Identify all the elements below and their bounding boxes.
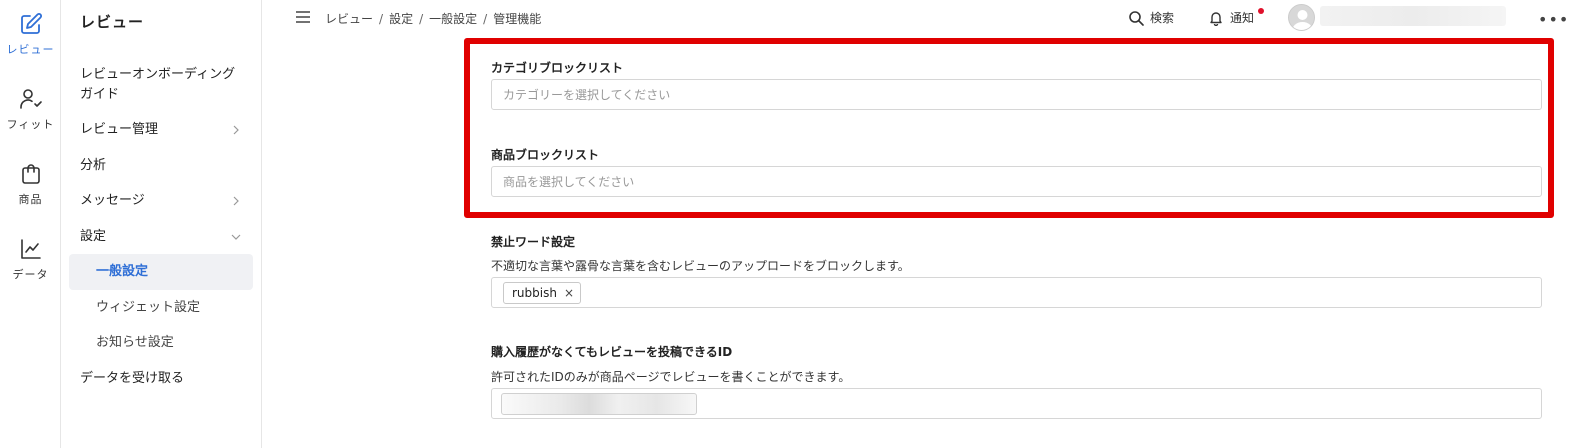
sidebar-item-onboarding-guide[interactable]: レビューオンボーディングガイド bbox=[69, 65, 239, 105]
product-block-label: 商品ブロックリスト bbox=[491, 148, 600, 162]
rail-label-products: 商品 bbox=[18, 193, 43, 206]
rail-item-data[interactable]: データ bbox=[0, 237, 61, 282]
sidebar-item-label: お知らせ設定 bbox=[96, 335, 174, 350]
search-button[interactable]: 検索 bbox=[1128, 9, 1174, 26]
notification-label: 通知 bbox=[1230, 11, 1255, 25]
user-avatar-icon bbox=[1292, 10, 1313, 30]
rail-label-review: レビュー bbox=[6, 43, 55, 56]
more-options-button[interactable]: ••• bbox=[1538, 10, 1569, 29]
bell-icon bbox=[1210, 11, 1222, 26]
sidebar-item-label: 一般設定 bbox=[96, 264, 149, 279]
sidebar-item-review-management[interactable]: レビュー管理 bbox=[69, 119, 253, 141]
allowed-ids-label: 購入履歴がなくてもレビューを投稿できるID bbox=[491, 345, 733, 359]
edit-icon bbox=[20, 13, 42, 34]
rail-item-fit[interactable]: フィット bbox=[0, 87, 61, 132]
rail-label-fit: フィット bbox=[6, 118, 55, 131]
category-block-select[interactable]: カテゴリーを選択してください bbox=[491, 79, 1542, 110]
menu-icon[interactable] bbox=[295, 10, 311, 24]
tag-label: rubbish bbox=[512, 285, 557, 300]
breadcrumb-separator: / bbox=[483, 12, 488, 26]
product-block-placeholder: 商品を選択してください bbox=[503, 175, 635, 189]
bell-icon-wrap bbox=[1208, 7, 1264, 26]
breadcrumb-item-general-settings[interactable]: 一般設定 bbox=[429, 12, 477, 26]
banned-words-input[interactable]: rubbish × bbox=[491, 277, 1542, 308]
rail-item-review[interactable]: レビュー bbox=[0, 12, 61, 57]
app-rail: レビュー フィット 商品 データ bbox=[0, 0, 61, 448]
breadcrumb-item-admin-features: 管理機能 bbox=[493, 12, 542, 26]
sidebar-item-widget-settings[interactable]: ウィジェット設定 bbox=[69, 297, 253, 319]
notification-dot bbox=[1258, 7, 1264, 14]
sidebar-item-label: データを受け取る bbox=[80, 371, 185, 386]
breadcrumb: レビュー / 設定 / 一般設定 / 管理機能 bbox=[325, 10, 541, 27]
search-icon bbox=[1129, 10, 1144, 26]
sidebar-item-label: 設定 bbox=[80, 229, 107, 244]
sidebar-item-label: メッセージ bbox=[80, 193, 145, 208]
chevron-right-icon bbox=[233, 125, 239, 135]
product-block-select[interactable]: 商品を選択してください bbox=[491, 166, 1542, 197]
category-block-label: カテゴリブロックリスト bbox=[491, 61, 624, 75]
banned-word-tag: rubbish × bbox=[503, 281, 582, 304]
shopping-bag-icon bbox=[21, 164, 40, 184]
breadcrumb-item-review[interactable]: レビュー bbox=[325, 12, 373, 26]
search-label: 検索 bbox=[1150, 11, 1175, 25]
breadcrumb-item-settings[interactable]: 設定 bbox=[389, 12, 413, 26]
notification-button[interactable]: 通知 bbox=[1208, 7, 1264, 26]
breadcrumb-separator: / bbox=[379, 12, 384, 26]
rail-item-products[interactable]: 商品 bbox=[0, 162, 61, 207]
banned-words-description: 不適切な言葉や露骨な言葉を含むレビューのアップロードをブロックします。 bbox=[491, 259, 910, 273]
sidebar-item-label: 分析 bbox=[80, 158, 107, 173]
avatar[interactable] bbox=[1288, 4, 1315, 31]
banned-words-label: 禁止ワード設定 bbox=[491, 235, 576, 249]
top-bar: レビュー / 設定 / 一般設定 / 管理機能 検索 通知 ••• bbox=[262, 0, 1587, 36]
sidebar-item-label: レビュー管理 bbox=[80, 122, 159, 137]
user-check-icon bbox=[19, 89, 42, 109]
line-chart-icon bbox=[20, 239, 41, 259]
sidebar-item-messages[interactable]: メッセージ bbox=[69, 190, 253, 212]
allowed-id-tag-redacted bbox=[501, 392, 697, 415]
username-redacted bbox=[1320, 6, 1506, 26]
sidebar-item-notification-settings[interactable]: お知らせ設定 bbox=[69, 332, 253, 354]
sidebar-item-label: ウィジェット設定 bbox=[96, 300, 201, 315]
sidebar-title: レビュー bbox=[80, 13, 145, 31]
sidebar-item-receive-data[interactable]: データを受け取る bbox=[69, 368, 253, 390]
allowed-ids-description: 許可されたIDのみが商品ページでレビューを書くことができます。 bbox=[491, 370, 851, 384]
category-block-placeholder: カテゴリーを選択してください bbox=[503, 88, 671, 102]
chevron-down-icon bbox=[231, 234, 241, 240]
sidebar: レビュー レビューオンボーディングガイド レビュー管理 分析 メッセージ 設定 … bbox=[61, 0, 262, 448]
sidebar-item-analytics[interactable]: 分析 bbox=[69, 155, 253, 177]
sidebar-item-general-settings[interactable]: 一般設定 bbox=[69, 254, 253, 290]
close-icon[interactable]: × bbox=[564, 286, 574, 300]
allowed-ids-input[interactable] bbox=[491, 388, 1542, 419]
breadcrumb-separator: / bbox=[419, 12, 424, 26]
sidebar-item-settings[interactable]: 設定 bbox=[69, 226, 253, 248]
rail-label-data: データ bbox=[12, 268, 49, 281]
chevron-right-icon bbox=[233, 196, 239, 206]
sidebar-item-label: レビューオンボーディングガイド bbox=[80, 67, 236, 102]
